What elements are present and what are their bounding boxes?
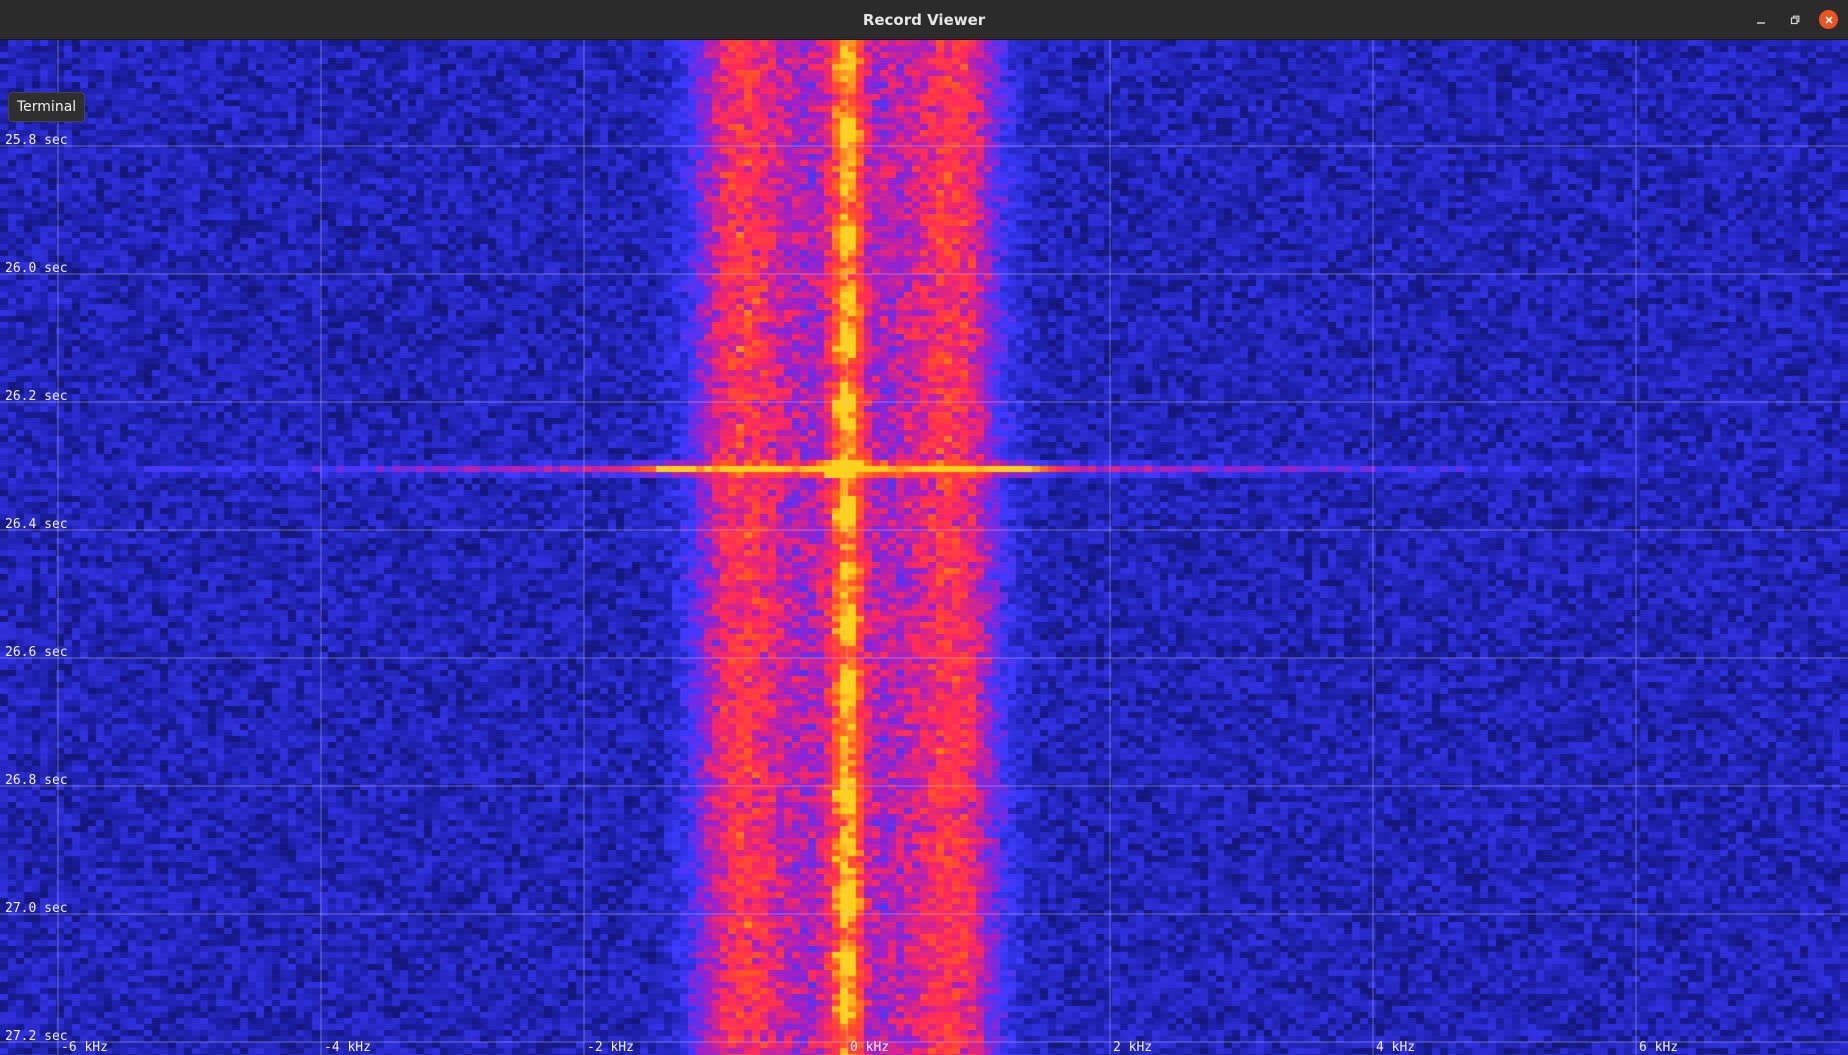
terminal-tooltip: Terminal <box>8 92 86 122</box>
time-tick-label: 27.0 sec <box>5 901 68 916</box>
freq-tick-label: 2 kHz <box>1113 1040 1152 1055</box>
close-button[interactable] <box>1819 10 1838 29</box>
freq-tick-label: 4 kHz <box>1376 1040 1415 1055</box>
minimize-button[interactable] <box>1751 10 1771 30</box>
title-bar: Record Viewer <box>0 0 1848 40</box>
time-tick-label: 26.2 sec <box>5 389 68 404</box>
minimize-icon <box>1756 15 1766 25</box>
freq-tick-label: -4 kHz <box>324 1040 371 1055</box>
freq-tick-label: 0 kHz <box>850 1040 889 1055</box>
window-title: Record Viewer <box>862 10 986 29</box>
time-tick-label: 26.0 sec <box>5 261 68 276</box>
maximize-button[interactable] <box>1785 10 1805 30</box>
freq-tick-label: -2 kHz <box>587 1040 634 1055</box>
time-tick-label: 26.8 sec <box>5 773 68 788</box>
time-tick-label: 25.8 sec <box>5 133 68 148</box>
freq-tick-label: -6 kHz <box>61 1040 108 1055</box>
time-tick-label: 26.4 sec <box>5 517 68 532</box>
time-tick-label: 27.2 sec <box>5 1029 68 1044</box>
spectrogram-view[interactable]: 25.8 sec 26.0 sec 26.2 sec 26.4 sec 26.6 sec… <box>0 40 1848 1055</box>
time-tick-label: 26.6 sec <box>5 645 68 660</box>
restore-icon <box>1790 15 1800 25</box>
spectrogram-grid: 25.8 sec 26.0 sec 26.2 sec 26.4 sec 26.6 sec… <box>0 40 1848 1055</box>
close-icon <box>1824 15 1834 25</box>
freq-tick-label: 6 kHz <box>1639 1040 1678 1055</box>
tooltip-text: Terminal <box>17 99 77 115</box>
